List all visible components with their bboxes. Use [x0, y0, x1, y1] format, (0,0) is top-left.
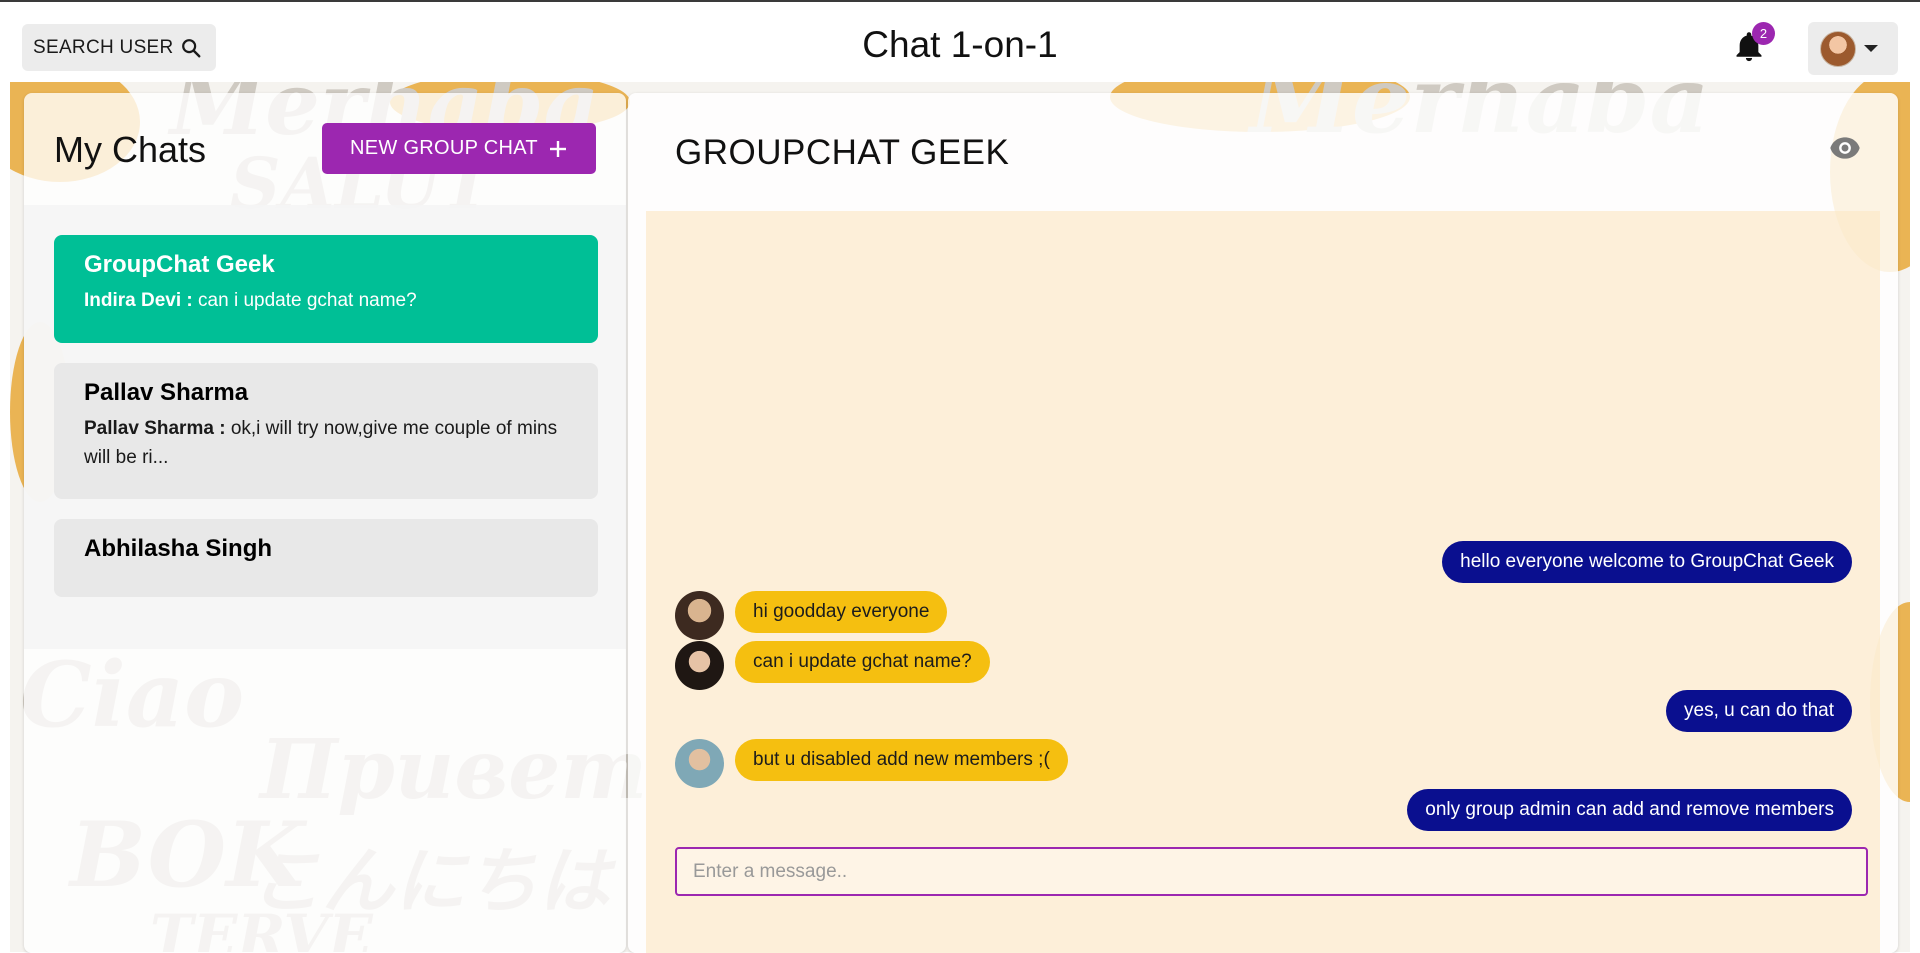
app-title: Chat 1-on-1 — [862, 24, 1058, 65]
message-bubble-incoming: can i update gchat name? — [735, 641, 990, 683]
sender-avatar[interactable] — [675, 591, 724, 640]
plus-icon — [549, 140, 566, 157]
sender-avatar[interactable] — [675, 641, 724, 690]
my-chats-title: My Chats — [54, 129, 207, 170]
message-input[interactable] — [675, 847, 1868, 896]
new-group-chat-label: NEW GROUP CHAT — [350, 137, 538, 159]
profile-menu-button[interactable] — [1808, 22, 1898, 75]
eye-icon[interactable] — [1829, 136, 1861, 160]
top-bar: SEARCH USER Chat 1-on-1 2 — [0, 0, 1920, 90]
chat-list: GroupChat Geek Indira Devi : can i updat… — [24, 205, 626, 649]
message-bubble-outgoing: only group admin can add and remove memb… — [1407, 789, 1852, 831]
chat-item-name: Pallav Sharma — [84, 379, 249, 406]
chat-item-message: can i update gchat name? — [198, 290, 417, 311]
avatar — [1820, 30, 1856, 67]
chat-item-abhilasha-singh[interactable]: Abhilasha Singh — [54, 519, 598, 597]
chat-item-preview: Indira Devi : can i update gchat name? — [84, 287, 568, 316]
message-bubble-outgoing: yes, u can do that — [1666, 690, 1852, 732]
conversation-title: GROUPCHAT GEEK — [675, 133, 1010, 172]
chat-item-name: Abhilasha Singh — [84, 535, 273, 562]
message-bubble-incoming: but u disabled add new members ;( — [735, 739, 1068, 781]
my-chats-panel: My Chats NEW GROUP CHAT GroupChat Geek I… — [24, 93, 626, 953]
chat-item-sender: Pallav Sharma : — [84, 418, 226, 439]
chat-item-sender: Indira Devi : — [84, 290, 193, 311]
new-group-chat-button[interactable]: NEW GROUP CHAT — [322, 123, 596, 174]
sender-avatar[interactable] — [675, 739, 724, 788]
notification-badge: 2 — [1752, 22, 1775, 45]
chat-item-pallav-sharma[interactable]: Pallav Sharma Pallav Sharma : ok,i will … — [54, 363, 598, 499]
message-bubble-outgoing: hello everyone welcome to GroupChat Geek — [1442, 541, 1852, 583]
message-area: hello everyone welcome to GroupChat Geek… — [646, 211, 1880, 953]
message-bubble-incoming: hi goodday everyone — [735, 591, 948, 633]
chat-item-name: GroupChat Geek — [84, 251, 275, 278]
conversation-panel: GROUPCHAT GEEK hello everyone welcome to… — [628, 93, 1898, 953]
chat-item-preview: Pallav Sharma : ok,i will try now,give m… — [84, 415, 568, 472]
chat-item-groupchat-geek[interactable]: GroupChat Geek Indira Devi : can i updat… — [54, 235, 598, 343]
chevron-down-icon — [1864, 45, 1878, 52]
